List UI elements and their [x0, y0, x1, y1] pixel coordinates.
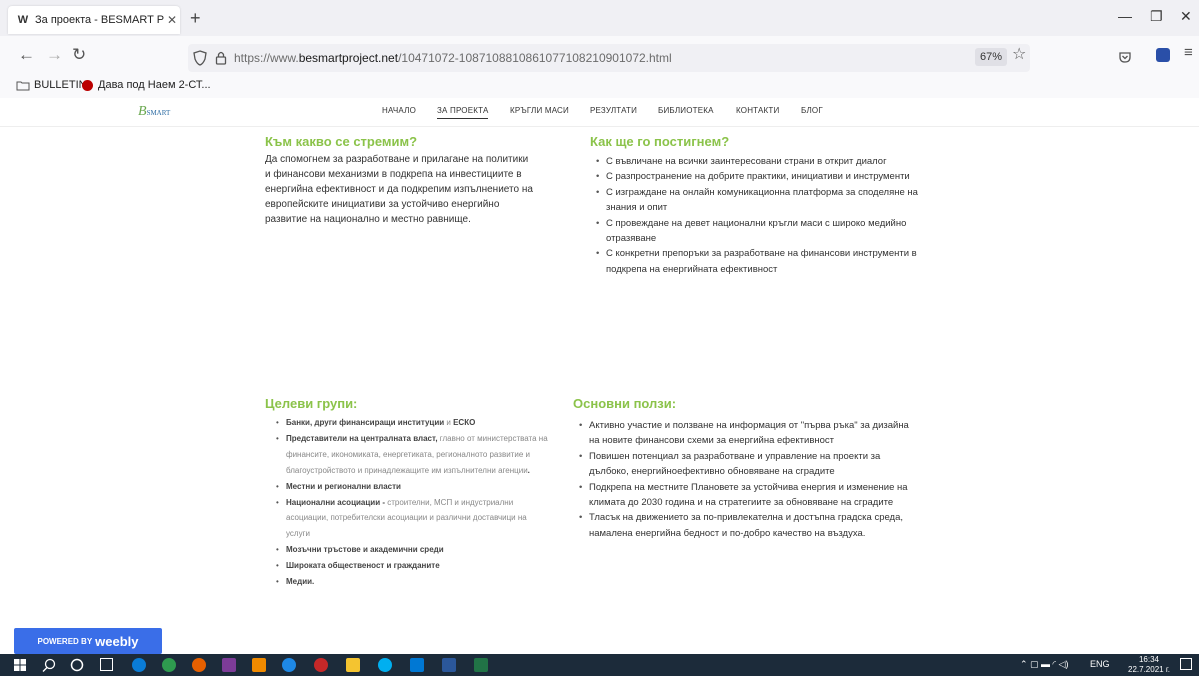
outlook-icon[interactable]: [410, 658, 424, 672]
browser-tab[interactable]: W За проекта - BESMART PROJEC ✕: [8, 6, 180, 34]
powered-by-weebly-badge[interactable]: POWERED BY weebly: [14, 628, 162, 654]
nav-contacts[interactable]: КОНТАКТИ: [736, 106, 779, 115]
clock[interactable]: 16:34 22.7.2021 г.: [1128, 655, 1170, 675]
new-tab-button[interactable]: +: [190, 8, 201, 29]
minimize-icon[interactable]: —: [1118, 8, 1132, 24]
menu-icon[interactable]: ≡: [1184, 44, 1193, 61]
edge-icon[interactable]: [132, 658, 146, 672]
nav-library[interactable]: БИБЛИОТЕКА: [658, 106, 714, 115]
close-window-icon[interactable]: ✕: [1180, 8, 1192, 25]
nav-results[interactable]: РЕЗУЛТАТИ: [590, 106, 637, 115]
list-item: Мозъчни тръстове и академични среди: [272, 542, 552, 558]
windows-start-icon[interactable]: [14, 659, 26, 671]
tray-icons[interactable]: ⌃ ▢ ▬ ◜ ◁): [1020, 659, 1068, 670]
nav-round-tables[interactable]: КРЪГЛИ МАСИ: [510, 106, 569, 115]
antivirus-icon[interactable]: [314, 658, 328, 672]
list-item: Национални асоциации - строителни, МСП и…: [272, 495, 552, 543]
cortana-icon[interactable]: [70, 658, 84, 672]
folder-icon: [16, 81, 30, 90]
list-item: Медии.: [272, 574, 552, 590]
url-text[interactable]: https://www.besmartproject.net/10471072-…: [234, 51, 672, 65]
skype-icon[interactable]: [378, 658, 392, 672]
reload-icon[interactable]: ↻: [72, 45, 86, 65]
red-dot-icon: [82, 79, 93, 91]
bookmark-rent[interactable]: Дава под Наем 2-СТ...: [82, 79, 211, 91]
pocket-icon[interactable]: [1118, 50, 1132, 64]
list-item: Повишен потенциал за разработване и упра…: [575, 449, 920, 480]
restore-icon[interactable]: ❐: [1150, 8, 1163, 25]
groups-heading: Целеви групи:: [265, 396, 358, 411]
word-icon[interactable]: [442, 658, 456, 672]
nav-home[interactable]: НАЧАЛО: [382, 106, 416, 115]
list-item: С провеждане на девет национални кръгли …: [592, 216, 932, 247]
back-arrow-icon[interactable]: ←: [18, 45, 35, 65]
language-indicator[interactable]: ENG: [1090, 659, 1110, 669]
list-item: Активно участие и ползване на информация…: [575, 418, 920, 449]
lock-icon[interactable]: [215, 50, 227, 66]
benefits-heading: Основни ползи:: [573, 396, 677, 411]
zoom-level[interactable]: 67%: [975, 48, 1007, 66]
site-logo[interactable]: BSMART: [138, 104, 170, 120]
list-item: С разпространение на добрите практики, и…: [592, 169, 932, 185]
list-item: Представители на централната власт, глав…: [272, 431, 552, 479]
vlc-icon[interactable]: [252, 658, 266, 672]
forward-arrow-icon[interactable]: →: [46, 45, 63, 65]
file-explorer-icon[interactable]: [346, 658, 360, 672]
excel-icon[interactable]: [474, 658, 488, 672]
teamviewer-icon[interactable]: [282, 658, 296, 672]
list-item: Банки, други финансиращи институции и ЕС…: [272, 415, 552, 431]
search-icon[interactable]: [42, 658, 56, 672]
bookmark-bulletin[interactable]: BULLETIN: [16, 79, 87, 91]
list-item: Тласък на движението за по-привлекателна…: [575, 510, 920, 541]
media-player-icon[interactable]: [222, 658, 236, 672]
tab-title: За проекта - BESMART PROJEC: [35, 14, 164, 26]
notification-icon[interactable]: [1180, 658, 1192, 670]
firefox-icon[interactable]: [192, 658, 206, 672]
nav-blog[interactable]: БЛОГ: [801, 106, 823, 115]
nav-about[interactable]: ЗА ПРОЕКТА: [437, 106, 489, 119]
how-list: С въвличане на всички заинтересовани стр…: [592, 154, 932, 277]
list-item: С конкретни препоръки за разработване на…: [592, 246, 932, 277]
list-item: Подкрепа на местните Плановете за устойч…: [575, 480, 920, 511]
chrome-icon[interactable]: [162, 658, 176, 672]
list-item: С въвличане на всички заинтересовани стр…: [592, 154, 932, 170]
close-tab-icon[interactable]: ✕: [164, 13, 180, 27]
aim-paragraph: Да спомогнем за разработване и прилагане…: [265, 154, 533, 225]
benefits-list: Активно участие и ползване на информация…: [575, 418, 920, 541]
task-view-icon[interactable]: [100, 658, 113, 671]
weebly-favicon-icon: W: [17, 14, 29, 26]
aim-heading: Към какво се стремим?: [265, 134, 418, 149]
extension-icon[interactable]: [1156, 48, 1170, 62]
groups-list: Банки, други финансиращи институции и ЕС…: [272, 415, 552, 590]
list-item: Местни и регионални власти: [272, 479, 552, 495]
bookmark-star-icon[interactable]: ☆: [1012, 44, 1026, 64]
list-item: С изграждане на онлайн комуникационна пл…: [592, 185, 932, 216]
how-heading: Как ще го постигнем?: [590, 134, 730, 149]
shield-icon[interactable]: [193, 50, 207, 66]
list-item: Широката общественост и гражданите: [272, 558, 552, 574]
